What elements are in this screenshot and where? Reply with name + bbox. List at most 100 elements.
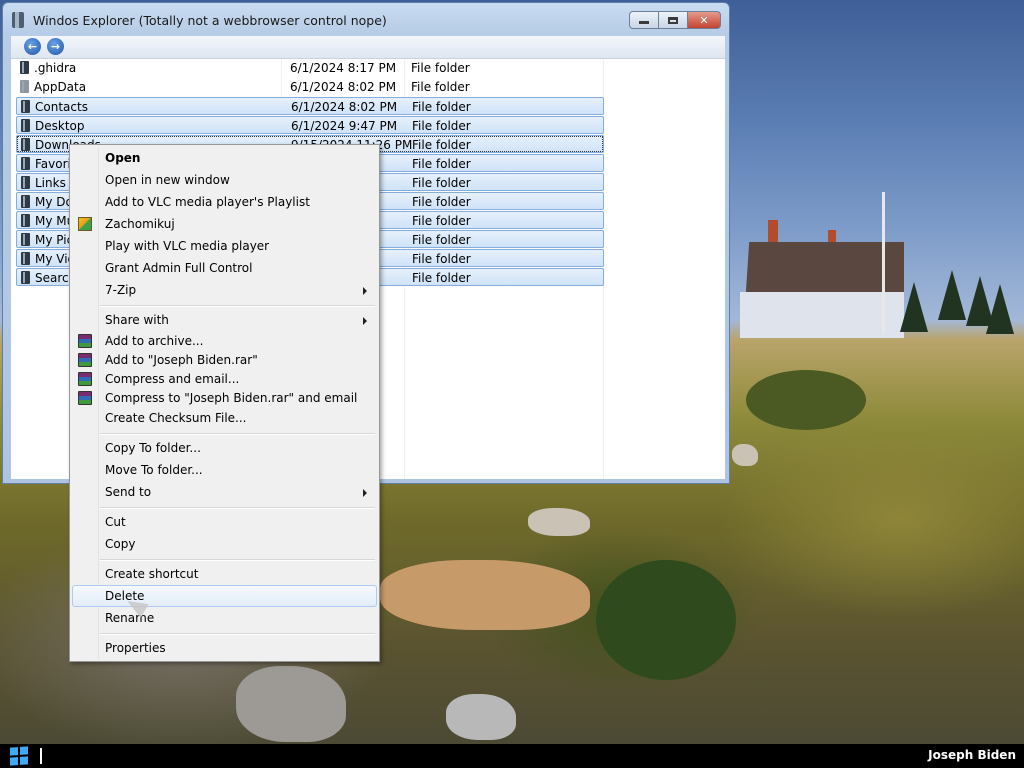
folder-icon (21, 271, 30, 284)
file-type: File folder (412, 138, 471, 152)
menu-item-share-with[interactable]: Share with (72, 309, 377, 331)
folder-icon (21, 252, 30, 265)
submenu-arrow-icon (363, 489, 367, 497)
file-date: 6/1/2024 9:47 PM (291, 119, 398, 133)
folder-icon (21, 233, 30, 246)
file-name: AppData (34, 80, 87, 94)
file-type: File folder (412, 214, 471, 228)
winrar-icon (78, 334, 92, 348)
submenu-arrow-icon (363, 317, 367, 325)
maximize-button[interactable] (658, 11, 688, 29)
file-type: File folder (412, 252, 471, 266)
folder-icon (21, 100, 30, 113)
menu-separator (100, 507, 375, 509)
menu-item-play-vlc[interactable]: Play with VLC media player (72, 235, 377, 257)
menu-separator (100, 559, 375, 561)
menu-item-create-shortcut[interactable]: Create shortcut (72, 563, 377, 585)
taskbar: Joseph Biden (0, 744, 1024, 768)
window-title: Windos Explorer (Totally not a webbrowse… (33, 13, 387, 28)
menu-item-properties[interactable]: Properties (72, 637, 377, 659)
caption-buttons: ✕ (629, 11, 721, 31)
file-row[interactable]: Contacts 6/1/2024 8:02 PM File folder (16, 97, 604, 115)
menu-item-7zip[interactable]: 7-Zip (72, 279, 377, 301)
forward-arrow-icon: → (50, 40, 61, 53)
file-type: File folder (411, 61, 470, 75)
file-date: 6/1/2024 8:02 PM (290, 80, 397, 94)
wallpaper-rock (446, 694, 516, 740)
menu-item-cut[interactable]: Cut (72, 511, 377, 533)
file-date: 6/1/2024 8:17 PM (290, 61, 397, 75)
menu-item-compress-rar-email[interactable]: Compress to "Joseph Biden.rar" and email (72, 387, 377, 409)
wallpaper-rock (236, 666, 346, 742)
close-button[interactable]: ✕ (687, 11, 721, 29)
navigation-bar: ← → (11, 36, 725, 59)
file-date: 6/1/2024 8:02 PM (291, 100, 398, 114)
file-type: File folder (412, 271, 471, 285)
context-menu: Open Open in new window Add to VLC media… (69, 144, 380, 662)
wallpaper-flagpole (882, 192, 885, 332)
folder-icon (21, 176, 30, 189)
menu-item-delete[interactable]: Delete (72, 585, 377, 607)
menu-item-grant-admin[interactable]: Grant Admin Full Control (72, 257, 377, 279)
folder-icon (21, 119, 30, 132)
menu-item-create-checksum[interactable]: Create Checksum File... (72, 407, 377, 429)
menu-item-add-vlc-playlist[interactable]: Add to VLC media player's Playlist (72, 191, 377, 213)
wallpaper-rock (380, 560, 590, 630)
taskbar-username: Joseph Biden (928, 748, 1016, 762)
menu-item-copy[interactable]: Copy (72, 533, 377, 555)
menu-item-move-to-folder[interactable]: Move To folder... (72, 459, 377, 481)
winrar-icon (78, 372, 92, 386)
menu-separator (100, 305, 375, 307)
wallpaper-bush (596, 560, 736, 680)
folder-icon (21, 214, 30, 227)
folder-icon (20, 80, 29, 93)
submenu-arrow-icon (363, 287, 367, 295)
file-name: Links (35, 176, 66, 190)
menu-item-copy-to-folder[interactable]: Copy To folder... (72, 437, 377, 459)
file-name: Desktop (35, 119, 85, 133)
close-icon: ✕ (699, 13, 709, 27)
folder-icon (21, 195, 30, 208)
start-button[interactable] (10, 746, 28, 766)
file-type: File folder (412, 233, 471, 247)
menu-item-rename[interactable]: Rename (72, 607, 377, 629)
menu-item-send-to[interactable]: Send to (72, 481, 377, 503)
forward-button[interactable]: → (47, 38, 64, 55)
winrar-icon (78, 391, 92, 405)
title-bar[interactable]: Windos Explorer (Totally not a webbrowse… (3, 3, 729, 35)
maximize-icon (668, 16, 678, 24)
zachomikuj-icon (78, 217, 92, 231)
menu-item-open-new-window[interactable]: Open in new window (72, 169, 377, 191)
folder-icon (21, 157, 30, 170)
folder-icon (20, 61, 29, 74)
menu-item-zachomikuj[interactable]: Zachomikuj (72, 213, 377, 235)
back-arrow-icon: ← (27, 40, 38, 53)
windows-logo-icon (10, 747, 18, 756)
minimize-icon (639, 21, 649, 24)
file-type: File folder (412, 176, 471, 190)
back-button[interactable]: ← (24, 38, 41, 55)
wallpaper-bush (746, 370, 866, 430)
file-type: File folder (412, 100, 471, 114)
wallpaper-house (732, 220, 904, 338)
file-row[interactable]: Desktop 6/1/2024 9:47 PM File folder (16, 116, 604, 134)
folder-icon (21, 138, 30, 151)
menu-separator (100, 633, 375, 635)
menu-item-open[interactable]: Open (72, 147, 377, 169)
winrar-icon (78, 353, 92, 367)
wallpaper-tree (938, 270, 966, 320)
file-name: .ghidra (34, 61, 77, 75)
wallpaper-rock (732, 444, 758, 466)
file-type: File folder (412, 195, 471, 209)
file-type: File folder (412, 157, 471, 171)
file-name: Contacts (35, 100, 88, 114)
explorer-app-icon (12, 12, 24, 28)
wallpaper-tree (986, 284, 1014, 334)
file-type: File folder (412, 119, 471, 133)
file-row[interactable]: AppData 6/1/2024 8:02 PM File folder (16, 78, 604, 96)
minimize-button[interactable] (629, 11, 659, 29)
file-row[interactable]: .ghidra 6/1/2024 8:17 PM File folder (16, 59, 604, 77)
menu-separator (100, 433, 375, 435)
wallpaper-tree (900, 282, 928, 332)
taskbar-separator (40, 748, 42, 764)
